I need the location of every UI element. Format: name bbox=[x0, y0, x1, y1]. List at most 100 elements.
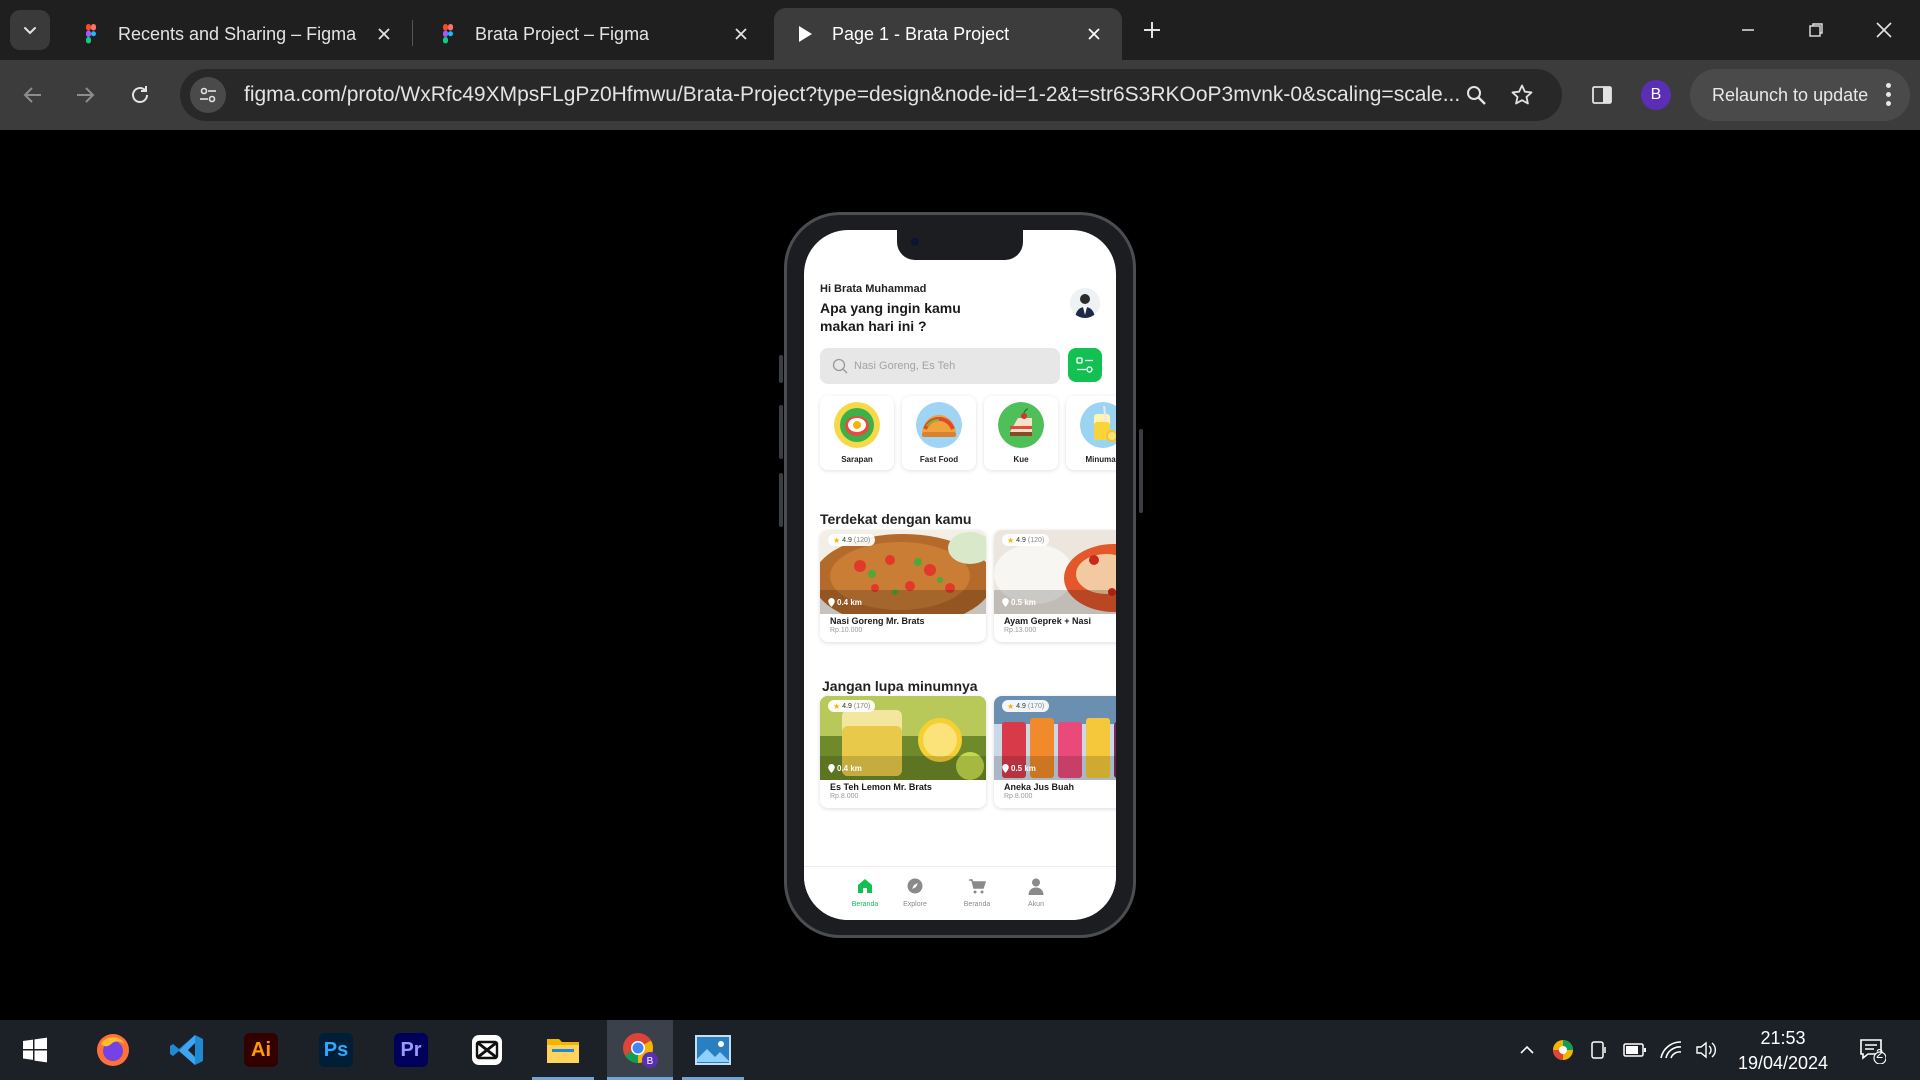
network-status[interactable] bbox=[1656, 1034, 1686, 1066]
tab-page-1[interactable]: Page 1 - Brata Project bbox=[774, 8, 1122, 60]
rating-count: (120) bbox=[853, 536, 871, 544]
taskbar-capcut[interactable] bbox=[456, 1020, 518, 1080]
nav-cart[interactable]: Beranda bbox=[952, 877, 1002, 908]
phone-side-button bbox=[779, 473, 783, 527]
chevron-down-icon bbox=[24, 27, 36, 35]
tray-app[interactable] bbox=[1548, 1034, 1578, 1066]
food-card[interactable]: ★ 4.9 (120) 0.5 km Ayam Geprek + Nasi Rp… bbox=[994, 530, 1116, 642]
svg-text:B: B bbox=[647, 1056, 654, 1067]
user-icon bbox=[1028, 878, 1044, 895]
tab-recents[interactable]: Recents and Sharing – Figma bbox=[60, 8, 412, 60]
zoom-button[interactable] bbox=[1460, 79, 1492, 111]
site-info-button[interactable] bbox=[190, 77, 226, 113]
more-vertical-icon bbox=[1886, 83, 1892, 106]
wifi-icon bbox=[1660, 1041, 1682, 1059]
distance-value: 0.5 km bbox=[1011, 598, 1036, 607]
relaunch-label: Relaunch to update bbox=[1712, 84, 1869, 105]
battery-status[interactable] bbox=[1620, 1034, 1650, 1066]
close-icon[interactable] bbox=[374, 24, 394, 44]
category-minuman[interactable]: Minuman bbox=[1066, 396, 1116, 470]
taskbar-firefox[interactable] bbox=[82, 1020, 144, 1080]
taskbar-photos[interactable] bbox=[682, 1020, 744, 1080]
taskbar-premiere[interactable]: Pr bbox=[380, 1020, 442, 1080]
star-icon bbox=[1511, 84, 1533, 105]
close-window-button[interactable] bbox=[1862, 8, 1906, 52]
taskbar: Ai Ps Pr B 21:53 19/04/2024 2 bbox=[0, 1020, 1920, 1080]
phone-side-button bbox=[779, 405, 783, 459]
premiere-icon: Pr bbox=[394, 1033, 428, 1067]
taskbar-vscode[interactable] bbox=[156, 1020, 218, 1080]
close-icon[interactable] bbox=[731, 24, 751, 44]
tab-separator bbox=[412, 20, 413, 46]
minimize-icon bbox=[1742, 29, 1754, 31]
taskbar-file-explorer[interactable] bbox=[532, 1020, 594, 1080]
close-icon bbox=[1876, 22, 1892, 38]
app-screen: Hi Brata Muhammad Apa yang ingin kamu ma… bbox=[804, 230, 1116, 920]
nav-explore[interactable]: Explore bbox=[890, 877, 940, 908]
food-card[interactable]: ★ 4.9 (120) 0.4 km Nasi Goreng Mr. Brats… bbox=[820, 530, 986, 642]
profile-avatar[interactable]: B bbox=[1641, 80, 1671, 110]
vscode-icon bbox=[170, 1035, 203, 1065]
breakfast-icon bbox=[834, 402, 880, 448]
nav-label: Explore bbox=[903, 901, 927, 908]
taskbar-illustrator[interactable]: Ai bbox=[230, 1020, 292, 1080]
relaunch-button[interactable]: Relaunch to update bbox=[1690, 69, 1910, 121]
show-hidden-icons[interactable] bbox=[1512, 1034, 1542, 1066]
close-icon[interactable] bbox=[1084, 24, 1104, 44]
chevron-up-icon bbox=[1520, 1045, 1534, 1054]
restore-button[interactable] bbox=[1794, 8, 1838, 52]
back-button[interactable] bbox=[13, 75, 53, 115]
taskbar-photoshop[interactable]: Ps bbox=[305, 1020, 367, 1080]
windows-start-icon bbox=[23, 1037, 47, 1063]
restore-icon bbox=[1809, 23, 1823, 37]
user-photo-icon bbox=[1070, 288, 1100, 318]
system-clock[interactable]: 21:53 19/04/2024 bbox=[1728, 1026, 1838, 1076]
side-panel-button[interactable] bbox=[1582, 75, 1622, 115]
drink-price: Rp.8.000 bbox=[830, 793, 859, 800]
rating-badge: ★ 4.9 (170) bbox=[1002, 700, 1050, 712]
clock-time: 21:53 bbox=[1760, 1028, 1806, 1048]
page-title: Apa yang ingin kamu makan hari ini ? bbox=[820, 300, 961, 334]
browser-toolbar: figma.com/proto/WxRfc49XMpsFLgPz0Hfmwu/B… bbox=[0, 60, 1920, 130]
new-tab-button[interactable] bbox=[1136, 14, 1168, 46]
bookmark-button[interactable] bbox=[1506, 79, 1538, 111]
nav-akun[interactable]: Akun bbox=[1011, 877, 1061, 908]
search-input[interactable] bbox=[854, 360, 1044, 372]
greeting-text: Hi Brata Muhammad bbox=[820, 283, 927, 295]
tray-device[interactable] bbox=[1584, 1034, 1614, 1066]
notification-center[interactable]: 2 bbox=[1852, 1032, 1892, 1068]
chrome-icon: B bbox=[623, 1033, 658, 1068]
tab-search-button[interactable] bbox=[10, 10, 50, 50]
category-label: Kue bbox=[1013, 455, 1029, 464]
tab-brata-project[interactable]: Brata Project – Figma bbox=[417, 8, 769, 60]
category-kue[interactable]: Kue bbox=[984, 396, 1058, 470]
filter-button[interactable] bbox=[1068, 348, 1102, 382]
search-bar[interactable] bbox=[820, 348, 1060, 384]
nav-beranda[interactable]: Beranda bbox=[840, 877, 890, 908]
user-avatar[interactable] bbox=[1070, 288, 1100, 318]
nav-label: Akun bbox=[1028, 901, 1044, 908]
battery-icon bbox=[1623, 1043, 1646, 1057]
reload-icon bbox=[132, 86, 148, 103]
taskbar-chrome[interactable]: B bbox=[607, 1020, 673, 1080]
minimize-button[interactable] bbox=[1726, 8, 1770, 52]
address-bar[interactable]: figma.com/proto/WxRfc49XMpsFLgPz0Hfmwu/B… bbox=[180, 69, 1562, 121]
volume-control[interactable] bbox=[1692, 1034, 1722, 1066]
star-icon: ★ bbox=[833, 701, 841, 711]
phone-frame: Hi Brata Muhammad Apa yang ingin kamu ma… bbox=[779, 212, 1143, 938]
start-button[interactable] bbox=[4, 1020, 66, 1080]
speaker-icon bbox=[1696, 1041, 1716, 1059]
nav-label: Beranda bbox=[851, 901, 879, 908]
home-icon bbox=[858, 879, 872, 893]
forward-button[interactable] bbox=[65, 75, 105, 115]
phone-side-button bbox=[1139, 429, 1143, 513]
search-icon bbox=[832, 358, 848, 374]
drink-card[interactable]: ★ 4.9 (170) 0.5 km Aneka Jus Buah Rp.8.0… bbox=[994, 696, 1116, 808]
location-pin-icon bbox=[1002, 764, 1009, 773]
device-icon bbox=[1591, 1041, 1606, 1059]
reload-button[interactable] bbox=[120, 75, 160, 115]
phone-side-button bbox=[779, 355, 783, 383]
drink-card[interactable]: ★ 4.9 (170) 0.4 km Es Teh Lemon Mr. Brat… bbox=[820, 696, 986, 808]
category-sarapan[interactable]: Sarapan bbox=[820, 396, 894, 470]
category-fast-food[interactable]: Fast Food bbox=[902, 396, 976, 470]
